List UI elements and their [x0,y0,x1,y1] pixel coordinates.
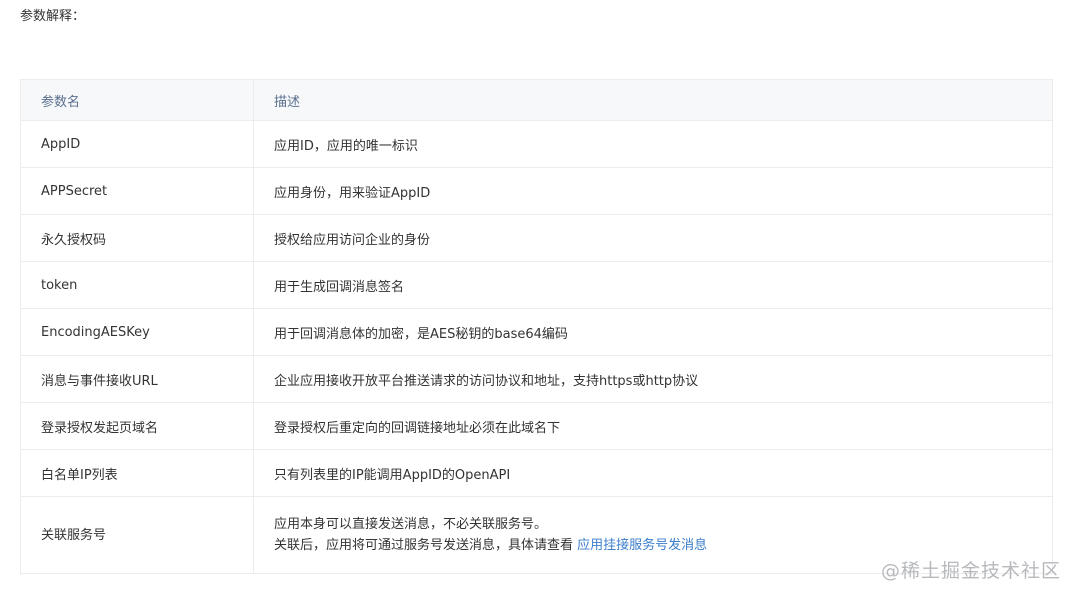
param-name-cell: EncodingAESKey [20,308,254,356]
param-name-cell: 永久授权码 [20,214,254,262]
table-row: 登录授权发起页域名 登录授权后重定向的回调链接地址必须在此域名下 [20,402,1053,450]
table-header-row: 参数名 描述 [20,79,1053,121]
param-desc-cell: 用于回调消息体的加密，是AES秘钥的base64编码 [253,308,1053,356]
watermark: @稀土掘金技术社区 [880,560,1061,582]
param-desc-cell: 只有列表里的IP能调用AppID的OpenAPI [253,449,1053,497]
table-row: 消息与事件接收URL 企业应用接收开放平台推送请求的访问协议和地址，支持http… [20,355,1053,403]
param-desc-cell: 应用ID，应用的唯一标识 [253,120,1053,168]
table-row: AppID 应用ID，应用的唯一标识 [20,120,1053,168]
param-name-cell: 白名单IP列表 [20,449,254,497]
param-desc-cell: 应用身份，用来验证AppID [253,167,1053,215]
table-row: token 用于生成回调消息签名 [20,261,1053,309]
desc-line-2-text: 关联后，应用将可通过服务号发送消息，具体请查看 [274,538,578,553]
intro-text: 参数解释： [20,9,86,24]
param-name-cell: AppID [20,120,254,168]
table-row: APPSecret 应用身份，用来验证AppID [20,167,1053,215]
header-description: 描述 [253,79,1053,121]
param-desc-cell: 用于生成回调消息签名 [253,261,1053,309]
table-row: EncodingAESKey 用于回调消息体的加密，是AES秘钥的base64编… [20,308,1053,356]
desc-line-1: 应用本身可以直接发送消息，不必关联服务号。 [274,517,548,532]
desc-line-2: 关联后，应用将可通过服务号发送消息，具体请查看 应用挂接服务号发消息 [274,535,1032,556]
param-name-cell: 登录授权发起页域名 [20,402,254,450]
param-desc-cell: 企业应用接收开放平台推送请求的访问协议和地址，支持https或http协议 [253,355,1053,403]
param-name-cell: 消息与事件接收URL [20,355,254,403]
param-desc-cell: 授权给应用访问企业的身份 [253,214,1053,262]
param-name-cell: APPSecret [20,167,254,215]
param-name-cell: 关联服务号 [20,496,254,574]
param-name-cell: token [20,261,254,309]
param-desc-cell: 登录授权后重定向的回调链接地址必须在此域名下 [253,402,1053,450]
header-param-name: 参数名 [20,79,254,121]
table-row: 白名单IP列表 只有列表里的IP能调用AppID的OpenAPI [20,449,1053,497]
table-row: 永久授权码 授权给应用访问企业的身份 [20,214,1053,262]
service-account-doc-link[interactable]: 应用挂接服务号发消息 [577,538,707,553]
parameter-table: 参数名 描述 AppID 应用ID，应用的唯一标识 APPSecret 应用身份… [20,79,1053,574]
